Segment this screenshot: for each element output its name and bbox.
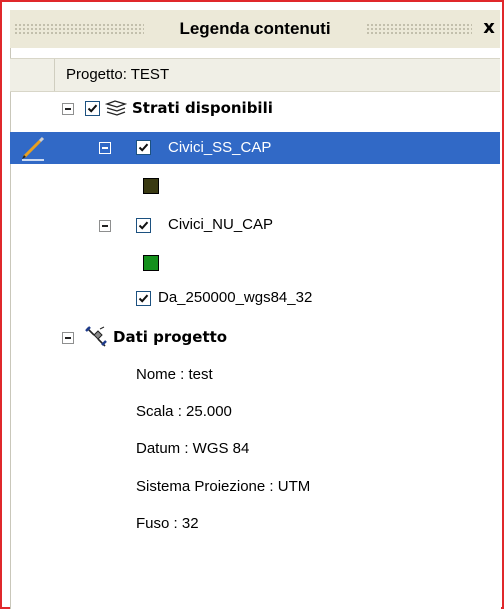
dati-group-label[interactable]: Dati progetto [113,328,227,346]
project-row-divider [54,59,55,91]
field-scala: Scala : 25.000 [136,403,232,420]
civici-nu-checkbox[interactable] [136,218,151,233]
layer-label-civici-nu-cap[interactable]: Civici_NU_CAP [168,216,273,233]
civici-ss-checkbox[interactable] [136,140,151,155]
satellite-icon [85,326,107,347]
checkmark-icon [138,294,149,303]
field-datum: Datum : WGS 84 [136,440,250,457]
layers-stack-icon [105,100,127,116]
titlebar-grip-right[interactable] [366,23,472,35]
da250000-checkbox[interactable] [136,291,151,306]
collapse-civici-ss-toggle[interactable] [99,142,111,154]
pencil-icon [22,136,45,161]
checkmark-icon [138,143,149,152]
collapse-dati-toggle[interactable] [62,332,74,344]
checkmark-icon [138,221,149,230]
panel-titlebar[interactable]: Legenda contenuti x [10,10,500,48]
close-button[interactable]: x [480,18,498,38]
checkmark-icon [87,104,98,113]
strati-checkbox[interactable] [85,101,100,116]
field-fuso: Fuso : 32 [136,515,199,532]
layer-label-da250000[interactable]: Da_250000_wgs84_32 [158,289,312,306]
collapse-strati-toggle[interactable] [62,103,74,115]
panel-title: Legenda contenuti [179,19,331,38]
symbol-swatch-civici-nu [143,255,159,271]
field-sistema-proiezione: Sistema Proiezione : UTM [136,478,311,495]
titlebar-grip-left[interactable] [14,23,144,35]
strati-group-label[interactable]: Strati disponibili [132,99,273,117]
layer-label-civici-ss-cap[interactable]: Civici_SS_CAP [168,139,271,156]
project-label: Progetto: TEST [66,66,170,83]
symbol-swatch-civici-ss [143,178,159,194]
collapse-civici-nu-toggle[interactable] [99,220,111,232]
field-nome: Nome : test [136,366,213,383]
